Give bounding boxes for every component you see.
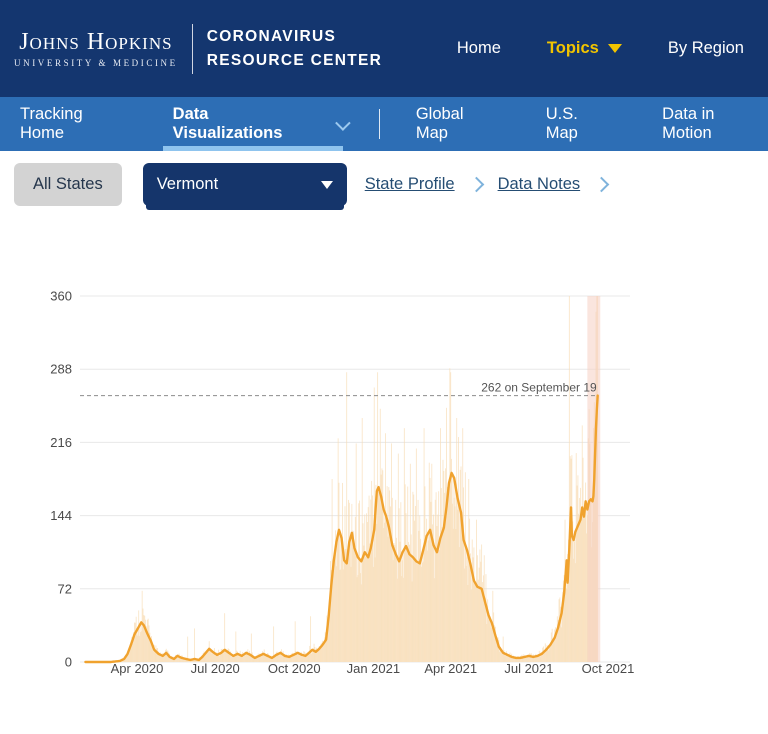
svg-text:Oct 2021: Oct 2021 [582,661,635,676]
state-controls: All States Vermont State Profile Data No… [0,151,768,218]
tracking-subnav: Tracking Home Data Visualizations Global… [0,97,768,151]
caret-down-icon [608,44,622,53]
nav-home-link[interactable]: Home [457,39,501,58]
svg-text:Apr 2021: Apr 2021 [424,661,477,676]
svg-text:144: 144 [50,508,72,523]
svg-text:262 on September 19: 262 on September 19 [481,381,597,395]
state-profile-link[interactable]: State Profile [365,175,455,194]
svg-text:288: 288 [50,362,72,377]
svg-text:Jul 2020: Jul 2020 [191,661,240,676]
svg-text:Jul 2021: Jul 2021 [504,661,553,676]
subnav-divider [379,109,380,139]
nav-topics-menu[interactable]: Topics [547,39,622,58]
chevron-right-icon [468,177,484,193]
svg-text:360: 360 [50,289,72,304]
nav-by-region-link[interactable]: By Region [668,39,744,58]
header-nav: Home Topics By Region [457,39,744,58]
svg-text:216: 216 [50,435,72,450]
subnav-us-map[interactable]: U.S. Map [546,105,614,143]
subnav-tracking-home[interactable]: Tracking Home [20,105,131,143]
svg-text:Jan 2021: Jan 2021 [347,661,401,676]
svg-text:Apr 2020: Apr 2020 [111,661,164,676]
chevron-right-icon [594,177,610,193]
jhu-logo-subtitle: University & Medicine [14,58,178,68]
active-tab-underline [163,146,343,151]
subnav-data-visualizations[interactable]: Data Visualizations [173,105,347,143]
subnav-data-visualizations-label: Data Visualizations [173,105,322,143]
subnav-global-map[interactable]: Global Map [416,105,500,143]
jhu-logo[interactable]: Johns Hopkins University & Medicine [14,30,178,68]
subnav-data-in-motion[interactable]: Data in Motion [662,105,768,143]
svg-text:72: 72 [58,581,72,596]
svg-text:0: 0 [65,655,72,670]
logo-divider [192,24,193,74]
data-notes-link[interactable]: Data Notes [498,175,581,194]
brand-line2: RESOURCE CENTER [207,49,382,72]
all-states-button[interactable]: All States [14,163,122,206]
brand-line1: CORONAVIRUS [207,25,382,48]
state-dropdown-value: Vermont [157,175,218,194]
site-header: Johns Hopkins University & Medicine CORO… [0,0,768,97]
svg-text:Oct 2020: Oct 2020 [268,661,321,676]
vermont-cases-chart: 0 72 144 216 288 360 262 on September 19 Apr 20… [0,230,768,734]
state-dropdown[interactable]: Vermont [143,163,347,206]
profile-links: State Profile Data Notes [365,175,623,194]
caret-down-icon [321,181,333,189]
site-brand[interactable]: CORONAVIRUS RESOURCE CENTER [207,25,382,72]
cases-chart-canvas: 0 72 144 216 288 360 262 on September 19 Apr 20… [0,230,768,722]
nav-topics-label: Topics [547,39,599,58]
chevron-down-icon [335,115,351,131]
jhu-logo-title: Johns Hopkins [14,30,178,54]
